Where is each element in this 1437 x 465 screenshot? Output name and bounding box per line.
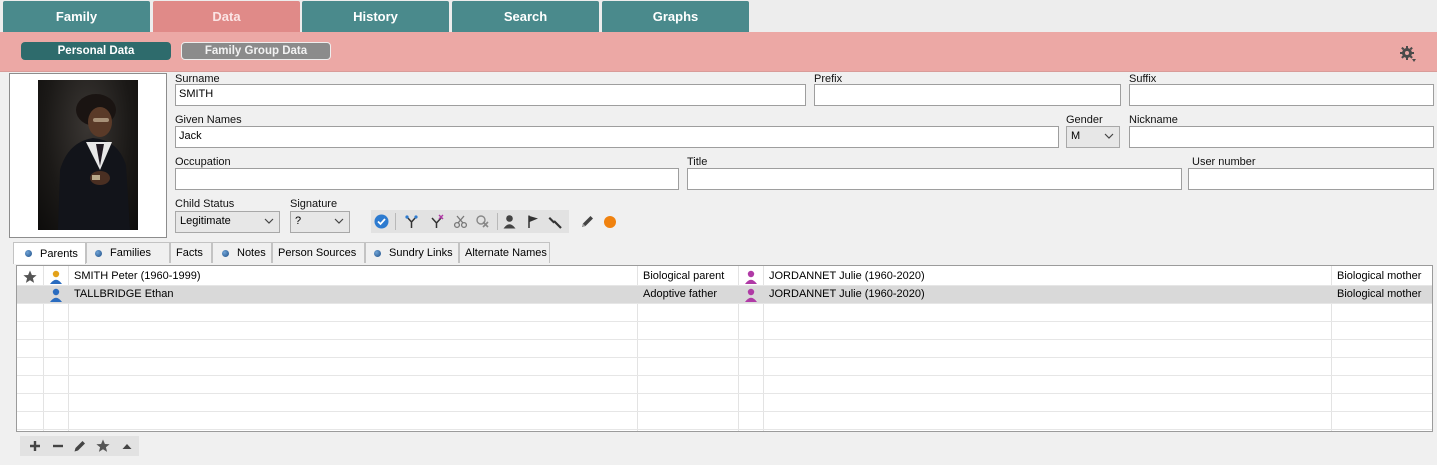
- remove-icon[interactable]: [51, 439, 65, 453]
- subtab-alternate-names[interactable]: Alternate Names: [459, 242, 550, 263]
- person-blue-icon: [50, 288, 62, 302]
- star-icon[interactable]: [23, 270, 37, 284]
- father-relation: Adoptive father: [643, 288, 717, 300]
- subtab-label: Families: [110, 247, 151, 259]
- table-row[interactable]: [17, 304, 1432, 322]
- subtab-label: Notes: [237, 247, 266, 259]
- subtab-sundry-links[interactable]: Sundry Links: [365, 242, 459, 263]
- toolbar-separator: [497, 213, 498, 230]
- tab-indicator-dot: [25, 250, 32, 257]
- status-indicator-dot: [604, 216, 616, 228]
- occupation-label: Occupation: [175, 156, 231, 168]
- parents-table[interactable]: SMITH Peter (1960-1999) Biological paren…: [16, 265, 1433, 432]
- personal-data-button[interactable]: Personal Data: [21, 42, 171, 60]
- person-detail-tabs: Parents Families Facts Notes Person Sour…: [13, 242, 1437, 264]
- subtab-label: Sundry Links: [389, 247, 453, 259]
- child-status-value: Legitimate: [180, 215, 231, 227]
- signature-value: ?: [295, 215, 302, 227]
- father-relation: Biological parent: [643, 270, 725, 282]
- table-row[interactable]: [17, 358, 1432, 376]
- table-row[interactable]: [17, 412, 1432, 430]
- mother-name: JORDANNET Julie (1960-2020): [769, 288, 925, 300]
- subtab-label: Parents: [40, 247, 78, 260]
- person-female-icon: [745, 288, 757, 302]
- subtab-label: Alternate Names: [465, 247, 547, 259]
- subtab-facts[interactable]: Facts: [170, 242, 212, 263]
- flag-icon[interactable]: [526, 214, 541, 229]
- cut-icon[interactable]: [453, 214, 468, 229]
- child-status-select[interactable]: Legitimate: [175, 211, 280, 233]
- occupation-input[interactable]: [175, 168, 679, 190]
- user-number-label: User number: [1192, 156, 1256, 168]
- suffix-input[interactable]: [1129, 84, 1434, 106]
- data-subheader: Personal Data Family Group Data: [0, 32, 1437, 72]
- mother-name: JORDANNET Julie (1960-2020): [769, 270, 925, 282]
- settings-gear-icon[interactable]: [1399, 45, 1417, 63]
- child-status-label: Child Status: [175, 198, 235, 210]
- gender-select[interactable]: M: [1066, 126, 1120, 148]
- table-row[interactable]: [17, 340, 1432, 358]
- given-names-input[interactable]: Jack: [175, 126, 1059, 148]
- tab-indicator-dot: [374, 249, 381, 257]
- user-number-input[interactable]: [1188, 168, 1434, 190]
- gender-label: Gender: [1066, 114, 1103, 126]
- given-names-label: Given Names: [175, 114, 242, 126]
- main-tab-bar: Family Data History Search Graphs: [0, 0, 1437, 32]
- tab-graphs[interactable]: Graphs: [602, 1, 749, 32]
- tab-indicator-dot: [222, 249, 229, 257]
- chevron-down-icon: [334, 218, 344, 224]
- father-name: SMITH Peter (1960-1999): [74, 270, 201, 282]
- signature-label: Signature: [290, 198, 338, 210]
- subtab-person-sources[interactable]: Person Sources: [272, 242, 365, 263]
- tools-icon[interactable]: [548, 214, 563, 229]
- father-name: TALLBRIDGE Ethan: [74, 288, 174, 300]
- chevron-down-icon: [1104, 133, 1114, 139]
- prefix-input[interactable]: [814, 84, 1121, 106]
- table-row[interactable]: [17, 322, 1432, 340]
- tab-data[interactable]: Data: [153, 1, 300, 32]
- tab-search[interactable]: Search: [452, 1, 599, 32]
- subtab-label: Facts: [176, 247, 203, 259]
- tab-history[interactable]: History: [302, 1, 449, 32]
- gender-value: M: [1071, 130, 1081, 142]
- table-row[interactable]: [17, 376, 1432, 394]
- unlink-parents-icon[interactable]: [429, 214, 444, 229]
- mother-relation: Biological mother: [1337, 288, 1422, 300]
- chevron-down-icon: [264, 218, 274, 224]
- parents-list-toolbar: [20, 436, 139, 456]
- tab-indicator-dot: [95, 249, 102, 257]
- nickname-input[interactable]: [1129, 126, 1434, 148]
- subtab-notes[interactable]: Notes: [212, 242, 272, 263]
- person-icon[interactable]: [502, 214, 517, 229]
- check-circle-icon[interactable]: [374, 214, 389, 229]
- family-group-data-button[interactable]: Family Group Data: [181, 42, 331, 60]
- person-photo: [38, 80, 138, 230]
- nickname-label: Nickname: [1129, 114, 1178, 126]
- surname-input[interactable]: SMITH: [175, 84, 806, 106]
- person-female-icon: [745, 270, 757, 284]
- move-up-icon[interactable]: [120, 439, 134, 453]
- edit-pencil-icon[interactable]: [73, 439, 87, 453]
- person-action-toolbar: [371, 210, 569, 233]
- title-label: Title: [687, 156, 708, 168]
- title-input[interactable]: [687, 168, 1182, 190]
- subtab-parents[interactable]: Parents: [13, 242, 86, 264]
- star-icon[interactable]: [96, 439, 110, 453]
- edit-pencil-icon[interactable]: [580, 214, 595, 229]
- table-row[interactable]: TALLBRIDGE Ethan Adoptive father JORDANN…: [17, 286, 1432, 304]
- person-yellow-icon: [50, 270, 62, 284]
- subtab-label: Person Sources: [278, 247, 357, 259]
- tab-family[interactable]: Family: [3, 1, 150, 32]
- toolbar-separator: [395, 213, 396, 230]
- table-row[interactable]: [17, 394, 1432, 412]
- delete-link-icon[interactable]: [475, 214, 490, 229]
- subtab-families[interactable]: Families: [86, 242, 170, 263]
- table-row[interactable]: SMITH Peter (1960-1999) Biological paren…: [17, 268, 1432, 286]
- link-parents-icon[interactable]: [404, 214, 419, 229]
- person-photo-frame[interactable]: [9, 73, 167, 238]
- signature-select[interactable]: ?: [290, 211, 350, 233]
- mother-relation: Biological mother: [1337, 270, 1422, 282]
- add-icon[interactable]: [28, 439, 42, 453]
